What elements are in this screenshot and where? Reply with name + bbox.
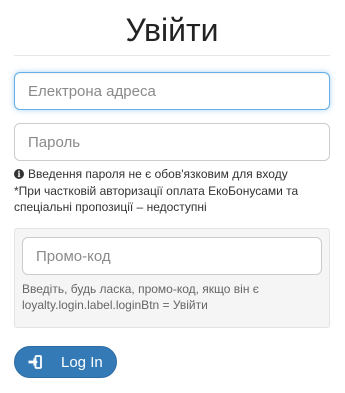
login-button-label: Log In [61,353,103,371]
partial-auth-note: *При частковій авторизації оплата ЕкоБон… [14,184,299,214]
password-optional-note: i Введення пароля не є обов'язковим для … [14,166,336,182]
sign-in-icon [28,355,42,369]
info-icon: i [14,169,24,179]
page-title: Увійти [125,12,219,48]
email-input[interactable] [14,72,330,110]
password-optional-text: Введення пароля не є обов'язковим для вх… [28,167,288,181]
login-page: Увійти i Введення пароля не є обов'язков… [0,0,345,393]
promo-code-help: Введіть, будь ласка, промо-код, якщо він… [22,282,259,312]
promo-code-panel: Введіть, будь ласка, промо-код, якщо він… [14,228,330,328]
password-input[interactable] [14,123,330,161]
login-button[interactable]: Log In [14,346,117,378]
promo-code-input[interactable] [22,237,322,275]
title-divider [14,55,330,56]
